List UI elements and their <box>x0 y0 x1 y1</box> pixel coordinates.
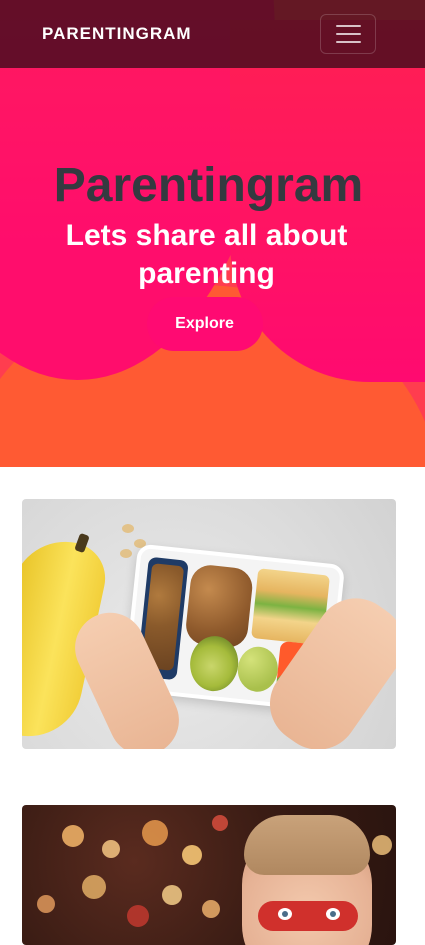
hero-title: Parentingram <box>53 159 364 212</box>
child-eating-lunchbox-photo <box>22 499 396 749</box>
navbar: PARENTINGRAM <box>0 0 425 68</box>
explore-button[interactable]: Explore <box>146 296 263 351</box>
bokeh-light <box>372 835 392 855</box>
bokeh-light <box>82 875 106 899</box>
bokeh-light <box>37 895 55 913</box>
hamburger-menu-icon <box>335 41 361 43</box>
hero-section: Parentingram Lets share all about parent… <box>0 0 425 467</box>
bokeh-light <box>62 825 84 847</box>
post-card[interactable] <box>22 499 396 749</box>
hamburger-menu-icon <box>335 33 361 35</box>
child-eye <box>326 908 340 920</box>
child-eye <box>278 908 292 920</box>
brand-logo[interactable]: PARENTINGRAM <box>42 24 192 44</box>
hamburger-menu-icon <box>335 25 361 27</box>
post-card[interactable] <box>22 805 396 945</box>
cashew <box>120 549 132 558</box>
bokeh-light <box>182 845 202 865</box>
red-mask <box>258 901 358 931</box>
bokeh-light <box>102 840 120 858</box>
child-hair <box>244 815 370 875</box>
bokeh-light <box>142 820 168 846</box>
bokeh-light <box>212 815 228 831</box>
child-with-holiday-lights-photo <box>22 805 396 945</box>
bokeh-light <box>162 885 182 905</box>
hero-subtitle: Lets share all about parenting <box>65 218 348 290</box>
cashew <box>122 524 134 533</box>
menu-toggle-button[interactable] <box>320 14 376 54</box>
hero-content: Parentingram Lets share all about parent… <box>0 159 425 351</box>
bokeh-light <box>202 900 220 918</box>
